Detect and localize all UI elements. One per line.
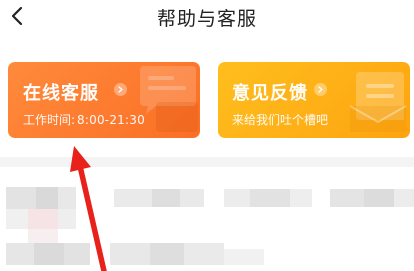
feedback-subtitle: 来给我们吐个槽吧 [232, 113, 329, 127]
page-title: 帮助与客服 [156, 8, 257, 30]
chevron-right-icon [114, 83, 127, 96]
feedback-title: 意见反馈 [232, 83, 308, 104]
help-page: 帮助与客服 在线客服 工作时间: 8:00-21:30 意见反馈 来给我们吐个槽… [0, 0, 414, 271]
top-bar: 帮助与客服 [0, 0, 414, 36]
online-service-card[interactable]: 在线客服 工作时间: 8:00-21:30 [8, 62, 200, 138]
work-hours-label: 工作时间: [23, 113, 76, 127]
document-envelope-icon [340, 62, 410, 138]
online-service-title: 在线客服 [23, 83, 99, 104]
section-divider [0, 157, 414, 167]
chevron-right-icon [314, 83, 327, 96]
blurred-content [0, 167, 414, 271]
work-hours-value: 8:00-21:30 [77, 113, 145, 127]
feedback-card[interactable]: 意见反馈 来给我们吐个槽吧 [218, 62, 410, 138]
work-hours: 工作时间: 8:00-21:30 [23, 111, 145, 128]
